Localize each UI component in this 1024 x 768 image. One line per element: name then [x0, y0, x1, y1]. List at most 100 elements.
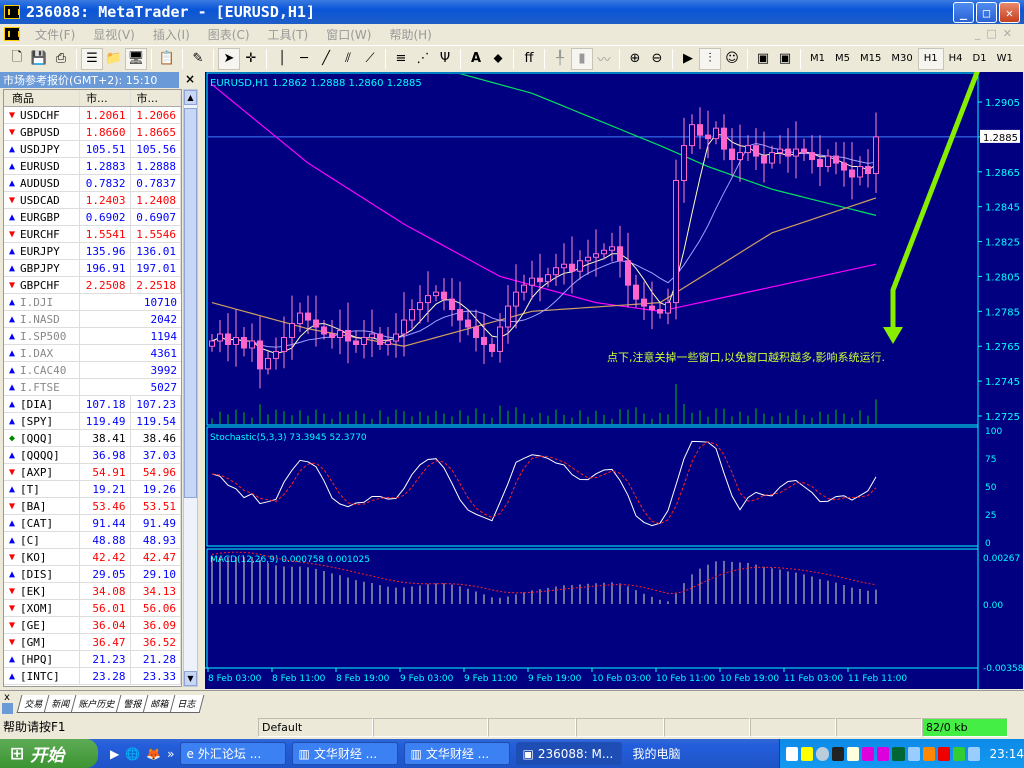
- market-watch-row[interactable]: ▲ [INTC] 23.28 23.33: [4, 668, 181, 685]
- maximize-button[interactable]: □: [976, 2, 997, 23]
- tray-meter-icon[interactable]: [892, 746, 905, 761]
- media-player-icon[interactable]: ▶: [110, 747, 119, 761]
- tray-app-icon[interactable]: [846, 746, 859, 761]
- periodicity-icon[interactable]: ff: [518, 48, 540, 70]
- mdi-controls[interactable]: _□✕: [975, 27, 1018, 40]
- expert-advisors-icon[interactable]: ✎: [187, 48, 209, 70]
- scroll-up-button[interactable]: ▲: [184, 90, 197, 105]
- templates-icon[interactable]: ▣: [774, 48, 796, 70]
- timeframe-w1[interactable]: W1: [992, 48, 1018, 70]
- task-wenhua-2[interactable]: ▥ 文华财经 ...: [404, 742, 511, 765]
- vertical-line-icon[interactable]: │: [271, 48, 293, 70]
- fibo-arcs-icon[interactable]: Ψ: [434, 48, 456, 70]
- market-watch-row[interactable]: ▲ EURJPY 135.96 136.01: [4, 243, 181, 260]
- market-watch-row[interactable]: ▲ [C] 48.88 48.93: [4, 532, 181, 549]
- market-watch-row[interactable]: ▼ [BA] 53.46 53.51: [4, 498, 181, 515]
- terminal-icon[interactable]: 🖥: [125, 47, 147, 70]
- fibonacci-icon[interactable]: ≡: [390, 48, 412, 70]
- header-bid[interactable]: 市...: [80, 90, 131, 106]
- timeframe-m30[interactable]: M30: [886, 48, 917, 70]
- timeframe-m15[interactable]: M15: [855, 48, 886, 70]
- market-watch-row[interactable]: ▼ GBPUSD 1.8660 1.8665: [4, 124, 181, 141]
- cursor-icon[interactable]: ➤: [218, 47, 240, 70]
- minimize-button[interactable]: _: [953, 2, 974, 23]
- market-watch-row[interactable]: ▲ [QQQQ] 36.98 37.03: [4, 447, 181, 464]
- market-watch-close-button[interactable]: ×: [185, 72, 195, 86]
- close-button[interactable]: ✕: [999, 2, 1020, 23]
- tray-help-icon-2[interactable]: [877, 746, 890, 761]
- timeframe-m1[interactable]: M1: [805, 48, 830, 70]
- header-symbol[interactable]: 商品: [4, 90, 81, 106]
- arrows-icon[interactable]: ⬥: [487, 48, 509, 70]
- market-watch-row[interactable]: ▲ EURGBP 0.6902 0.6907: [4, 209, 181, 226]
- menu-window[interactable]: 窗口(W): [317, 26, 380, 43]
- market-watch-row[interactable]: ▲ AUDUSD 0.7832 0.7837: [4, 175, 181, 192]
- zoom-in-icon[interactable]: ⊕: [624, 48, 646, 70]
- market-watch-row[interactable]: ▲ USDJPY 105.51 105.56: [4, 141, 181, 158]
- tab-5[interactable]: 日志: [169, 695, 205, 713]
- market-watch-icon[interactable]: ☰: [81, 47, 103, 70]
- updown-icon[interactable]: [953, 746, 966, 761]
- trendline-icon[interactable]: ╱: [315, 48, 337, 70]
- save-icon[interactable]: 💾: [28, 48, 50, 70]
- market-watch-row[interactable]: ◆ [QQQ] 38.41 38.46: [4, 430, 181, 447]
- market-watch-row[interactable]: ▼ [KO] 42.42 42.47: [4, 549, 181, 566]
- network-icon[interactable]: [907, 746, 920, 761]
- ie-icon[interactable]: 🌐: [125, 747, 140, 761]
- gann-fan-icon[interactable]: ⟋: [359, 48, 381, 70]
- menu-tools[interactable]: 工具(T): [259, 26, 318, 43]
- market-watch-row[interactable]: ▲ [HPQ] 21.23 21.28: [4, 651, 181, 668]
- menu-view[interactable]: 显视(V): [84, 26, 144, 43]
- market-watch-row[interactable]: ▼ EURCHF 1.5541 1.5546: [4, 226, 181, 243]
- market-watch-row[interactable]: ▼ [GM] 36.47 36.52: [4, 634, 181, 651]
- qq-icon[interactable]: [831, 746, 844, 761]
- start-button[interactable]: ⊞ 开始: [0, 739, 98, 768]
- candlestick-icon[interactable]: ▮: [571, 47, 593, 70]
- market-watch-row[interactable]: ▲ I.FTSE 5027: [4, 379, 181, 396]
- header-ask[interactable]: 市...: [131, 90, 181, 106]
- market-watch-row[interactable]: ▲ [DIS] 29.05 29.10: [4, 566, 181, 583]
- keyboard-icon[interactable]: [786, 746, 799, 761]
- horizontal-line-icon[interactable]: ─: [293, 48, 315, 70]
- market-watch-row[interactable]: ▲ GBPJPY 196.91 197.01: [4, 260, 181, 277]
- task-wenhua-1[interactable]: ▥ 文华财经 ...: [292, 742, 399, 765]
- expert-icon[interactable]: ☺: [721, 48, 743, 70]
- quicklaunch-more-icon[interactable]: »: [167, 747, 174, 761]
- scroll-thumb[interactable]: [184, 108, 197, 498]
- market-watch-row[interactable]: ▼ [EK] 34.08 34.13: [4, 583, 181, 600]
- network-icon-2[interactable]: [968, 746, 981, 761]
- tray-help-icon[interactable]: [861, 746, 875, 761]
- market-watch-row[interactable]: ▲ I.NASD 2042: [4, 311, 181, 328]
- market-watch-row[interactable]: ▲ I.SP500 1194: [4, 328, 181, 345]
- fibo-fan-icon[interactable]: ⋰: [412, 48, 434, 70]
- timeframe-h4[interactable]: H4: [944, 48, 968, 70]
- market-watch-row[interactable]: ▼ [AXP] 54.91 54.96: [4, 464, 181, 481]
- market-watch-row[interactable]: ▲ [DIA] 107.18 107.23: [4, 396, 181, 413]
- scroll-down-button[interactable]: ▼: [184, 671, 197, 686]
- market-watch-row[interactable]: ▲ I.CAC40 3992: [4, 362, 181, 379]
- zoom-out-icon[interactable]: ⊖: [646, 48, 668, 70]
- task-metatrader[interactable]: ▣ 236088: M...: [516, 742, 623, 765]
- market-watch-row[interactable]: ▲ [T] 19.21 19.26: [4, 481, 181, 498]
- timeframe-d1[interactable]: D1: [968, 48, 992, 70]
- menu-insert[interactable]: 插入(I): [144, 26, 199, 43]
- market-watch-row[interactable]: ▲ I.DAX 4361: [4, 345, 181, 362]
- market-watch-row[interactable]: ▼ [GE] 36.04 36.09: [4, 617, 181, 634]
- market-watch-row[interactable]: ▲ [SPY] 119.49 119.54: [4, 413, 181, 430]
- firefox-icon[interactable]: 🦊: [146, 747, 161, 761]
- text-icon[interactable]: A: [465, 48, 487, 70]
- line-chart-icon[interactable]: 〰: [593, 48, 615, 70]
- help-icon[interactable]: [801, 746, 814, 761]
- timeframe-m5[interactable]: M5: [830, 48, 855, 70]
- new-file-icon[interactable]: 🗋: [6, 48, 28, 70]
- print-icon[interactable]: ⎙: [50, 48, 72, 70]
- crosshair-icon[interactable]: ✛: [240, 48, 262, 70]
- market-watch-row[interactable]: ▼ USDCAD 1.2403 1.2408: [4, 192, 181, 209]
- autoscroll-icon[interactable]: ▶: [677, 48, 699, 70]
- market-watch-row[interactable]: ▲ EURUSD 1.2883 1.2888: [4, 158, 181, 175]
- desktop-toolbar[interactable]: 我的电脑: [632, 745, 680, 762]
- market-watch-row[interactable]: ▲ I.DJI 10710: [4, 294, 181, 311]
- market-watch-row[interactable]: ▼ [XOM] 56.01 56.06: [4, 600, 181, 617]
- tray-flag-icon[interactable]: [922, 746, 935, 761]
- antivirus-icon[interactable]: [937, 746, 951, 761]
